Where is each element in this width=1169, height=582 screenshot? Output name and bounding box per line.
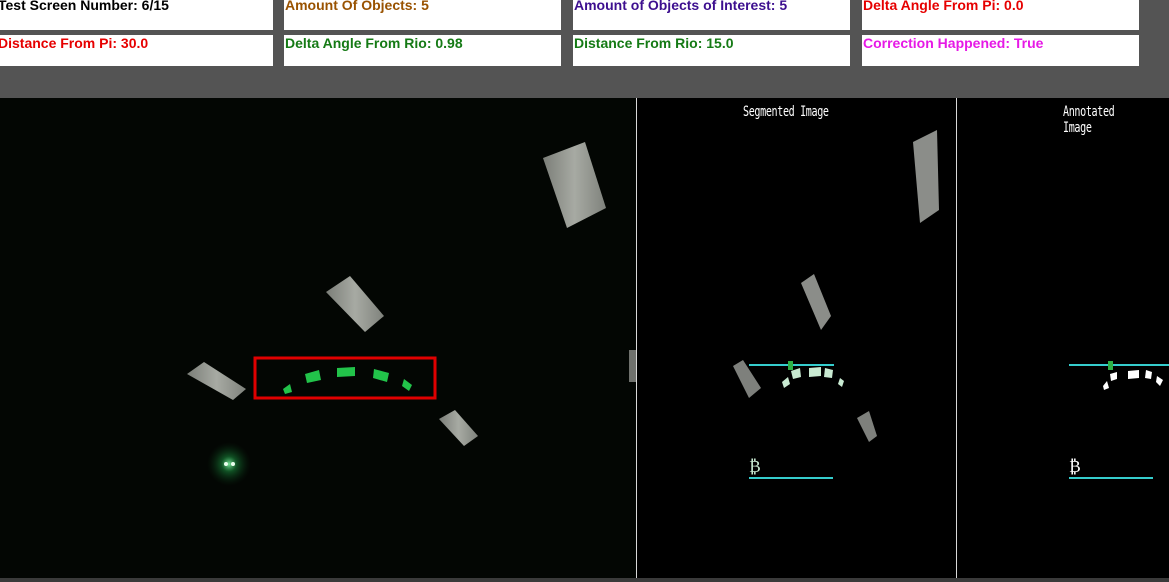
amount-objects-interest-label: Amount of Objects of Interest: 5 xyxy=(574,0,788,13)
annotated-scene: ₿ xyxy=(957,98,1169,578)
distance-pi-label: Distance From Pi: 30.0 xyxy=(0,35,149,51)
raw-camera-view xyxy=(0,98,636,578)
light-source-glow xyxy=(207,442,251,486)
amount-objects-box: Amount Of Objects: 5 xyxy=(284,0,561,30)
distance-pi-box: Distance From Pi: 30.0 xyxy=(0,35,273,66)
correction-happened-label: Correction Happened: True xyxy=(863,35,1044,51)
correction-happened-box: Correction Happened: True xyxy=(862,35,1139,66)
test-screen-number-label: Test Screen Number: 6/15 xyxy=(0,0,169,13)
delta-angle-rio-box: Delta Angle From Rio: 0.98 xyxy=(284,35,561,66)
distance-rio-box: Distance From Rio: 15.0 xyxy=(573,35,850,66)
ceiling-light-5 xyxy=(629,350,636,382)
svg-text:₿: ₿ xyxy=(749,457,761,477)
distance-rio-label: Distance From Rio: 15.0 xyxy=(574,35,734,51)
svg-text:₿: ₿ xyxy=(1069,457,1081,477)
bottom-strip xyxy=(0,578,1169,582)
segmented-scene: ₿ xyxy=(637,98,956,578)
amount-objects-interest-box: Amount of Objects of Interest: 5 xyxy=(573,0,850,30)
segmented-view: ₿ Segmented Image xyxy=(637,98,956,578)
amount-objects-label: Amount Of Objects: 5 xyxy=(285,0,429,13)
test-screen-number-box: Test Screen Number: 6/15 xyxy=(0,0,273,30)
annotated-view: ₿ Annotated Image xyxy=(957,98,1169,578)
delta-angle-pi-label: Delta Angle From Pi: 0.0 xyxy=(863,0,1024,13)
raw-camera-scene xyxy=(0,98,636,578)
delta-angle-pi-box: Delta Angle From Pi: 0.0 xyxy=(862,0,1139,30)
annotated-image-title: Annotated Image xyxy=(1063,104,1115,136)
segmented-image-title: Segmented Image xyxy=(743,104,829,120)
delta-angle-rio-label: Delta Angle From Rio: 0.98 xyxy=(285,35,463,51)
